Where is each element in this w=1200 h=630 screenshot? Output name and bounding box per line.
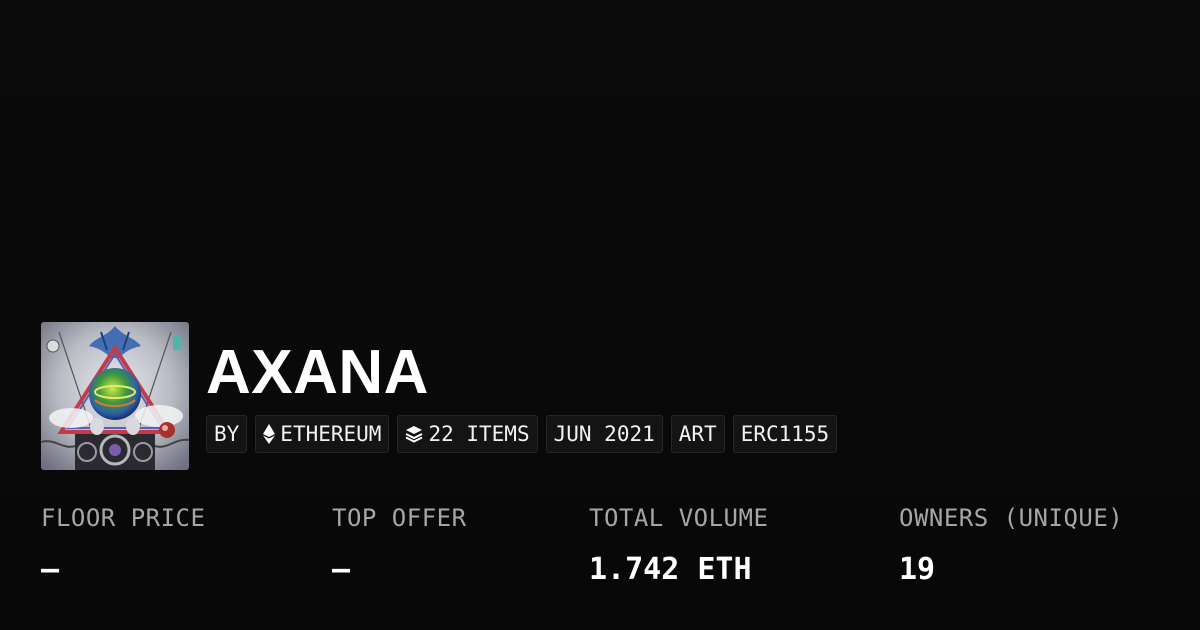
- top-offer-value: —: [332, 552, 351, 587]
- collection-title-block: AXANA BY ETHEREUM 22 ITEMS JUN 2021 ART …: [206, 322, 845, 453]
- creator-tag-label: BY: [214, 422, 240, 446]
- chain-tag-label: ETHEREUM: [280, 422, 382, 446]
- owners-stat: OWNERS (UNIQUE) 19: [899, 504, 1123, 587]
- collection-header: AXANA BY ETHEREUM 22 ITEMS JUN 2021 ART …: [41, 322, 845, 470]
- total-volume-stat: TOTAL VOLUME 1.742 ETH: [589, 504, 768, 587]
- category-tag-label: ART: [678, 422, 717, 446]
- top-offer-label: TOP OFFER: [332, 504, 467, 532]
- category-tag[interactable]: ART: [670, 415, 725, 453]
- creator-tag[interactable]: BY: [206, 415, 248, 453]
- collection-share-card: AXANA BY ETHEREUM 22 ITEMS JUN 2021 ART …: [0, 0, 1200, 630]
- layers-icon: [405, 425, 423, 443]
- date-tag-label: JUN 2021: [553, 422, 655, 446]
- items-tag[interactable]: 22 ITEMS: [397, 415, 538, 453]
- floor-price-stat: FLOOR PRICE —: [41, 504, 205, 587]
- collection-name: AXANA: [206, 338, 429, 407]
- collection-thumbnail[interactable]: [41, 322, 189, 470]
- owners-label: OWNERS (UNIQUE): [899, 504, 1124, 532]
- collection-tags: BY ETHEREUM 22 ITEMS JUN 2021 ART ERC115…: [206, 415, 845, 453]
- chain-tag[interactable]: ETHEREUM: [255, 415, 390, 453]
- ethereum-icon: [263, 424, 276, 444]
- collection-stats: FLOOR PRICE — TOP OFFER — TOTAL VOLUME 1…: [0, 504, 1200, 604]
- floor-price-label: FLOOR PRICE: [41, 504, 206, 532]
- date-tag: JUN 2021: [545, 415, 663, 453]
- floor-price-value: —: [41, 552, 60, 587]
- total-volume-label: TOTAL VOLUME: [589, 504, 769, 532]
- items-tag-label: 22 ITEMS: [428, 422, 530, 446]
- collection-artwork-image: [41, 322, 189, 470]
- total-volume-value: 1.742 ETH: [589, 552, 752, 587]
- standard-tag: ERC1155: [732, 415, 838, 453]
- owners-value: 19: [899, 552, 936, 587]
- standard-tag-label: ERC1155: [740, 422, 830, 446]
- top-offer-stat: TOP OFFER —: [332, 504, 467, 587]
